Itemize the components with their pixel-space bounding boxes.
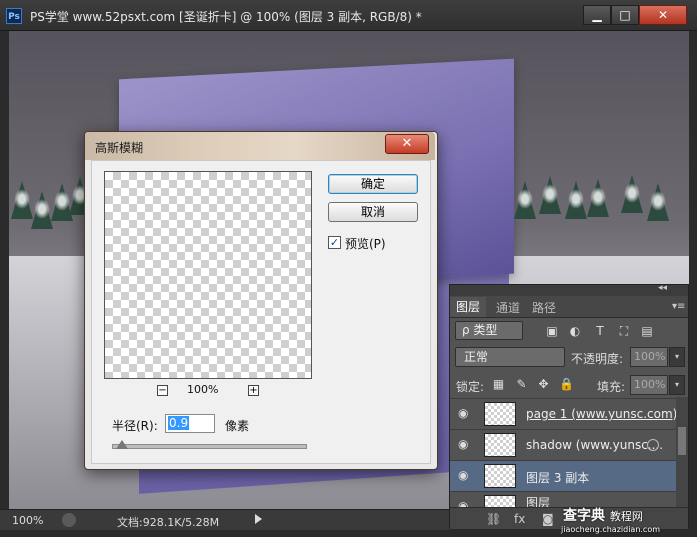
smart-object-icon[interactable]: ▤ — [640, 324, 654, 338]
layer-row[interactable]: ◉ 图层 3 副本 — [450, 460, 676, 491]
smart-object-badge-icon — [647, 439, 659, 451]
layer-name[interactable]: page 1 (www.yunsc.com) — [526, 407, 677, 421]
minimize-button[interactable]: ▁ — [583, 5, 611, 25]
shape-icon[interactable]: ⛶ — [617, 324, 631, 338]
tree-image — [647, 183, 669, 221]
opacity-dropdown-icon[interactable]: ▾ — [669, 347, 685, 367]
tree-image — [539, 176, 561, 214]
radius-input[interactable]: 0.9 — [165, 414, 215, 433]
layer-row[interactable]: ◉ page 1 (www.yunsc.com) — [450, 398, 677, 429]
image-icon[interactable]: ▣ — [545, 324, 559, 338]
close-button[interactable]: ✕ — [639, 5, 687, 25]
window-title: PS学堂 www.52psxt.com [圣诞折卡] @ 100% (图层 3 … — [30, 10, 422, 24]
eye-icon[interactable]: ◉ — [458, 438, 472, 450]
zoom-level[interactable]: 100% — [12, 514, 43, 527]
dialog-title: 高斯模糊 — [95, 141, 144, 155]
layer-thumbnail — [484, 402, 516, 426]
lock-position-icon[interactable]: ✥ — [537, 378, 550, 391]
dialog-body: − 100% + 确定 取消 ✓ 预览(P) 半径(R): 0.9 像素 — [91, 160, 431, 464]
add-mask-icon[interactable]: ◙ — [542, 512, 554, 526]
tree-image — [587, 179, 609, 217]
blend-mode-select[interactable]: 正常 — [455, 347, 565, 367]
opacity-label: 不透明度: — [571, 352, 624, 366]
layer-thumbnail — [484, 433, 516, 457]
collapse-icon[interactable]: ◂◂ — [658, 283, 667, 293]
watermark-url: jiaocheng.chazidian.com — [561, 525, 661, 534]
status-bar: 100% 文档:928.1K/5.28M — [0, 509, 450, 530]
preview-checkbox[interactable]: ✓ — [328, 236, 341, 249]
eye-icon[interactable]: ◉ — [458, 469, 472, 481]
maximize-button[interactable]: □ — [611, 5, 639, 25]
panel-tabs: 图层 通道 路径 ▾≡ — [450, 296, 688, 318]
fill-field[interactable]: 100% — [630, 375, 668, 395]
preview-checkbox-label[interactable]: 预览(P) — [345, 235, 386, 252]
radius-slider-thumb[interactable] — [115, 440, 128, 449]
watermark-site: 教程网 — [609, 510, 643, 523]
fx-icon[interactable]: fx — [514, 512, 525, 526]
preview-zoom-level: 100% — [187, 383, 219, 396]
status-options-icon[interactable] — [62, 513, 76, 527]
radius-value: 0.9 — [168, 416, 190, 430]
watermark: 查字典 教程网 jiaocheng.chazidian.com — [561, 505, 660, 534]
close-icon: ✕ — [657, 8, 669, 22]
watermark-brand: 查字典 — [563, 508, 605, 524]
ok-button[interactable]: 确定 — [328, 174, 418, 194]
lock-transparency-icon[interactable]: ▦ — [492, 378, 505, 391]
preview-area[interactable] — [104, 171, 312, 379]
filter-kind-select[interactable]: ρ 类型 — [455, 321, 523, 340]
tree-image — [31, 191, 53, 229]
eye-icon[interactable]: ◉ — [458, 407, 472, 419]
layer-thumbnail — [484, 464, 516, 488]
text-icon[interactable]: T — [593, 324, 607, 338]
gaussian-blur-dialog: 高斯模糊 ✕ − 100% + 确定 取消 ✓ 预览(P) 半径(R): 0.9… — [84, 131, 438, 470]
link-layers-icon[interactable]: ⛓ — [486, 512, 501, 526]
tree-image — [621, 175, 643, 213]
document-info: 文档:928.1K/5.28M — [117, 516, 220, 529]
layers-scrollbar[interactable] — [676, 397, 688, 507]
layer-name[interactable]: shadow (www.yunsc.... — [526, 438, 663, 452]
lock-all-icon[interactable]: 🔒 — [559, 378, 574, 391]
tree-image — [514, 181, 536, 219]
layer-name[interactable]: 图层 3 副本 — [526, 469, 589, 486]
tree-image — [11, 181, 33, 219]
tab-layers[interactable]: 图层 — [450, 297, 487, 317]
lock-pixels-icon[interactable]: ✎ — [515, 378, 528, 391]
filter-row: ρ 类型 ▣ ◐ T ⛶ ▤ — [450, 317, 688, 345]
blend-row: 正常 不透明度: 100% ▾ — [450, 343, 688, 371]
minimize-icon: ▁ — [592, 8, 602, 22]
zoom-out-button[interactable]: − — [157, 385, 168, 396]
layer-row[interactable]: ◉ shadow (www.yunsc.... — [450, 429, 676, 460]
photoshop-app-icon: Ps — [6, 8, 22, 24]
cancel-button[interactable]: 取消 — [328, 202, 418, 222]
zoom-in-button[interactable]: + — [248, 385, 259, 396]
lock-row: 锁定: ▦ ✎ ✥ 🔒 填充: 100% ▾ — [450, 371, 688, 399]
tree-image — [565, 181, 587, 219]
radius-slider-track[interactable] — [112, 444, 307, 449]
panel-header-strip: ◂◂ — [450, 283, 688, 296]
radius-label: 半径(R): — [112, 419, 158, 433]
radius-unit-label: 像素 — [225, 419, 250, 433]
close-icon: ✕ — [401, 136, 413, 151]
tab-channels[interactable]: 通道 — [496, 299, 520, 316]
panel-menu-icon[interactable]: ▾≡ — [672, 301, 685, 312]
maximize-icon: □ — [619, 8, 631, 22]
status-menu-arrow-icon[interactable] — [255, 514, 262, 524]
scrollbar-thumb[interactable] — [678, 427, 686, 455]
opacity-field[interactable]: 100% — [630, 347, 668, 367]
tab-paths[interactable]: 路径 — [532, 299, 556, 316]
layer-thumbnail — [484, 495, 516, 507]
fill-dropdown-icon[interactable]: ▾ — [669, 375, 685, 395]
layer-name[interactable]: 图层 — [526, 494, 550, 507]
adjustment-icon[interactable]: ◐ — [568, 324, 582, 338]
dialog-close-button[interactable]: ✕ — [385, 134, 429, 154]
lock-label: 锁定: — [456, 380, 485, 394]
dialog-titlebar[interactable]: 高斯模糊 ✕ — [85, 132, 435, 160]
layers-panel: ◂◂ 图层 通道 路径 ▾≡ ρ 类型 ▣ ◐ T ⛶ ▤ 正常 不透明度: 1… — [449, 283, 689, 529]
window-titlebar: Ps PS学堂 www.52psxt.com [圣诞折卡] @ 100% (图层… — [0, 0, 697, 31]
fill-label: 填充: — [597, 380, 626, 394]
